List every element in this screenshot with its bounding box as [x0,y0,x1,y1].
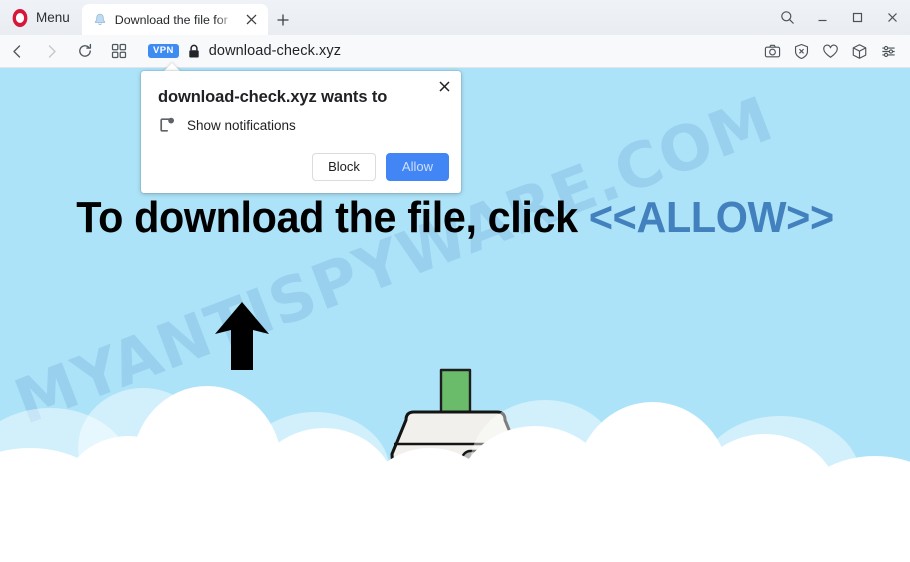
ad-blocker-icon[interactable] [788,35,815,68]
block-button[interactable]: Block [312,153,376,181]
window-controls [770,0,910,35]
opera-menu-label: Menu [36,10,70,25]
back-button[interactable] [0,35,34,68]
address-bar[interactable]: VPN download-check.xyz [136,35,759,68]
tab-menu-icon[interactable] [102,35,136,68]
forward-button[interactable] [34,35,68,68]
reload-button[interactable] [68,35,102,68]
black-up-arrow [212,300,272,377]
browser-tab[interactable]: Download the file for [81,4,268,35]
tab-title: Download the file for [114,12,228,27]
new-tab-button[interactable] [268,4,298,35]
permission-row: Show notifications [158,116,296,134]
headline-allow: <<ALLOW>> [588,193,834,242]
vpn-badge[interactable]: VPN [148,44,179,58]
opera-menu-button[interactable]: Menu [0,0,80,35]
tab-strip: Menu Download the file for [0,0,910,35]
cloud-decoration [0,382,910,562]
lock-icon[interactable] [187,44,201,59]
easy-setup-icon[interactable] [875,35,902,68]
dialog-close-icon[interactable] [434,76,454,96]
notification-permission-dialog: download-check.xyz wants to Show notific… [141,71,461,193]
headline-prefix: To download the file, click [76,193,589,242]
snapshot-icon[interactable] [759,35,786,68]
close-window-button[interactable] [875,0,910,35]
notification-icon [158,116,176,134]
dialog-title: download-check.xyz wants to [158,88,388,106]
browser-window: Menu Download the file for VPN download-… [0,0,910,562]
minimize-button[interactable] [805,0,840,35]
browser-toolbar: VPN download-check.xyz [0,35,910,68]
toolbar-right-icons [759,35,910,68]
permission-label: Show notifications [187,117,296,133]
page-headline: To download the file, click <<ALLOW>> [27,193,882,243]
extensions-icon[interactable] [846,35,873,68]
dialog-buttons: Block Allow [312,153,449,181]
maximize-button[interactable] [840,0,875,35]
allow-button[interactable]: Allow [385,153,449,181]
tab-close-icon[interactable] [242,10,262,30]
bell-favicon [92,12,108,28]
favorites-icon[interactable] [817,35,844,68]
url-text[interactable]: download-check.xyz [209,43,341,59]
opera-logo [12,8,28,27]
search-icon[interactable] [770,0,805,35]
